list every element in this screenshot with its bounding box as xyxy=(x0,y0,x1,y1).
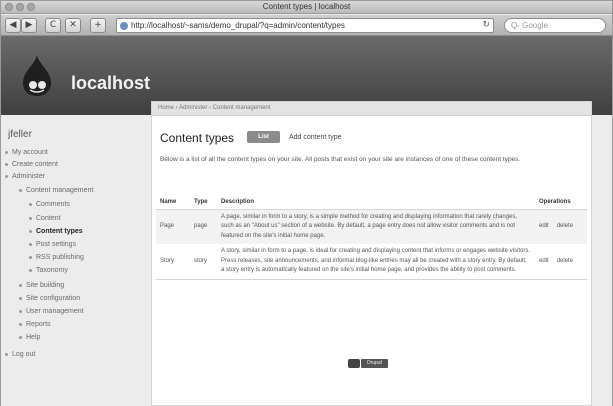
sidebar-item-label: User management xyxy=(26,308,84,315)
sidebar-item-label: Site configuration xyxy=(26,295,81,302)
powered-by-drupal-badge[interactable]: Drupal xyxy=(348,359,388,368)
table-row: Story story A story, similar in form to … xyxy=(156,244,587,280)
cell-type: page xyxy=(190,209,217,244)
sidebar-item-reports[interactable]: Reports xyxy=(19,321,51,328)
bullet-icon xyxy=(5,174,8,178)
intro-text: Below is a list of all the content types… xyxy=(160,156,521,163)
sidebar-item-comments[interactable]: Comments xyxy=(29,201,70,208)
sidebar-item-label: Create content xyxy=(12,161,58,168)
sidebar-item-site-configuration[interactable]: Site configuration xyxy=(19,295,80,302)
sidebar-item-label: Help xyxy=(26,334,41,341)
sidebar-item-label: Content types xyxy=(36,228,83,235)
sidebar-item-label: Content xyxy=(36,215,61,222)
breadcrumb-bar: Home › Administer › Content management xyxy=(152,102,591,116)
content-types-table: Name Type Description Operations Page pa… xyxy=(156,195,587,280)
delete-link[interactable]: delete xyxy=(557,222,573,232)
address-bar[interactable]: http://localhost/~sams/demo_drupal/?q=ad… xyxy=(116,18,494,33)
cell-description: A page, similar in form to a story, is a… xyxy=(217,209,535,244)
sidebar-item-create-content[interactable]: Create content xyxy=(5,161,58,168)
sidebar-item-taxonomy[interactable]: Taxonomy xyxy=(29,267,68,274)
page-title: Content types xyxy=(160,131,235,145)
bullet-icon xyxy=(19,335,22,339)
column-header-description: Description xyxy=(217,195,535,210)
web-page: localhost jfeller My account Create cont… xyxy=(1,36,612,406)
sidebar-item-my-account[interactable]: My account xyxy=(5,149,48,156)
sidebar-item-label: My account xyxy=(12,149,48,156)
column-header-name: Name xyxy=(156,195,190,210)
drupal-logo-icon[interactable] xyxy=(21,53,53,97)
sidebar-item-label: Content management xyxy=(26,187,94,194)
tab-add-content-type[interactable]: Add content type xyxy=(289,134,342,141)
stop-button[interactable]: ✕ xyxy=(65,18,81,33)
sidebar-item-label: Comments xyxy=(36,201,70,208)
badge-text: Drupal xyxy=(361,359,388,368)
sidebar-item-label: Reports xyxy=(26,321,51,328)
cell-description: A story, similar in form to a page, is i… xyxy=(217,244,535,280)
drupal-drop-icon xyxy=(348,359,360,368)
bullet-icon xyxy=(19,322,22,326)
cell-type: story xyxy=(190,244,217,280)
bullet-icon xyxy=(29,202,32,206)
search-field[interactable]: Q- Google xyxy=(504,18,606,33)
sidebar-item-content[interactable]: Content xyxy=(29,215,61,222)
bullet-icon xyxy=(29,268,32,272)
sidebar-item-user-management[interactable]: User management xyxy=(19,308,84,315)
url-text[interactable]: http://localhost/~sams/demo_drupal/?q=ad… xyxy=(131,21,345,30)
back-button[interactable]: ◀ xyxy=(5,18,21,33)
sidebar-item-administer[interactable]: Administer xyxy=(5,173,45,180)
site-name[interactable]: localhost xyxy=(71,73,150,94)
table-row: Page page A page, similar in form to a s… xyxy=(156,209,587,244)
forward-button[interactable]: ▶ xyxy=(21,18,37,33)
window-title: Content types | localhost xyxy=(262,2,351,11)
bullet-icon xyxy=(19,296,22,300)
bullet-icon xyxy=(19,309,22,313)
sidebar-item-content-management[interactable]: Content management xyxy=(19,187,93,194)
bullet-icon xyxy=(19,188,22,192)
sidebar-item-post-settings[interactable]: Post settings xyxy=(29,241,76,248)
sidebar-item-log-out[interactable]: Log out xyxy=(5,351,35,358)
sidebar-item-label: Taxonomy xyxy=(36,267,68,274)
sidebar-item-site-building[interactable]: Site building xyxy=(19,282,64,289)
title-bar: Content types | localhost xyxy=(1,1,612,14)
edit-link[interactable]: edit xyxy=(539,222,549,232)
edit-link[interactable]: edit xyxy=(539,257,549,267)
breadcrumb[interactable]: Home › Administer › Content management xyxy=(158,105,270,111)
sidebar-item-label: Post settings xyxy=(36,241,77,248)
column-header-type: Type xyxy=(190,195,217,210)
bullet-icon xyxy=(19,283,22,287)
sidebar-item-help[interactable]: Help xyxy=(19,334,40,341)
browser-window: Content types | localhost ◀ ▶ C ✕ + http… xyxy=(0,0,613,406)
add-bookmark-button[interactable]: + xyxy=(90,18,106,33)
bullet-icon xyxy=(5,162,8,166)
bullet-icon xyxy=(5,150,8,154)
bullet-icon xyxy=(29,216,32,220)
sidebar-username: jfeller xyxy=(8,129,32,140)
cell-name: Story xyxy=(156,244,190,280)
sidebar-item-rss-publishing[interactable]: RSS publishing xyxy=(29,254,84,261)
sidebar-item-label: RSS publishing xyxy=(36,254,84,261)
delete-link[interactable]: delete xyxy=(557,257,573,267)
sidebar-item-label: Administer xyxy=(12,173,46,180)
bullet-icon xyxy=(5,352,8,356)
search-placeholder: Q- Google xyxy=(511,21,548,30)
column-header-operations: Operations xyxy=(535,195,587,210)
sidebar-item-label: Site building xyxy=(26,282,65,289)
reload-button[interactable]: C xyxy=(45,18,61,33)
refresh-icon[interactable]: ↻ xyxy=(482,20,490,30)
site-icon xyxy=(120,22,128,30)
content-panel: Home › Administer › Content management C… xyxy=(151,101,592,406)
bullet-icon xyxy=(29,229,32,233)
bullet-icon xyxy=(29,255,32,259)
sidebar-item-content-types[interactable]: Content types xyxy=(29,228,83,235)
tab-list[interactable]: List xyxy=(247,131,280,143)
cell-name: Page xyxy=(156,209,190,244)
browser-toolbar: ◀ ▶ C ✕ + http://localhost/~sams/demo_dr… xyxy=(1,15,612,36)
sidebar-navigation: jfeller My account Create content Admini… xyxy=(1,115,146,406)
bullet-icon xyxy=(29,242,32,246)
table-header-row: Name Type Description Operations xyxy=(156,195,587,210)
cell-operations: edit delete xyxy=(535,209,587,244)
cell-operations: edit delete xyxy=(535,244,587,280)
sidebar-item-label: Log out xyxy=(12,351,36,358)
